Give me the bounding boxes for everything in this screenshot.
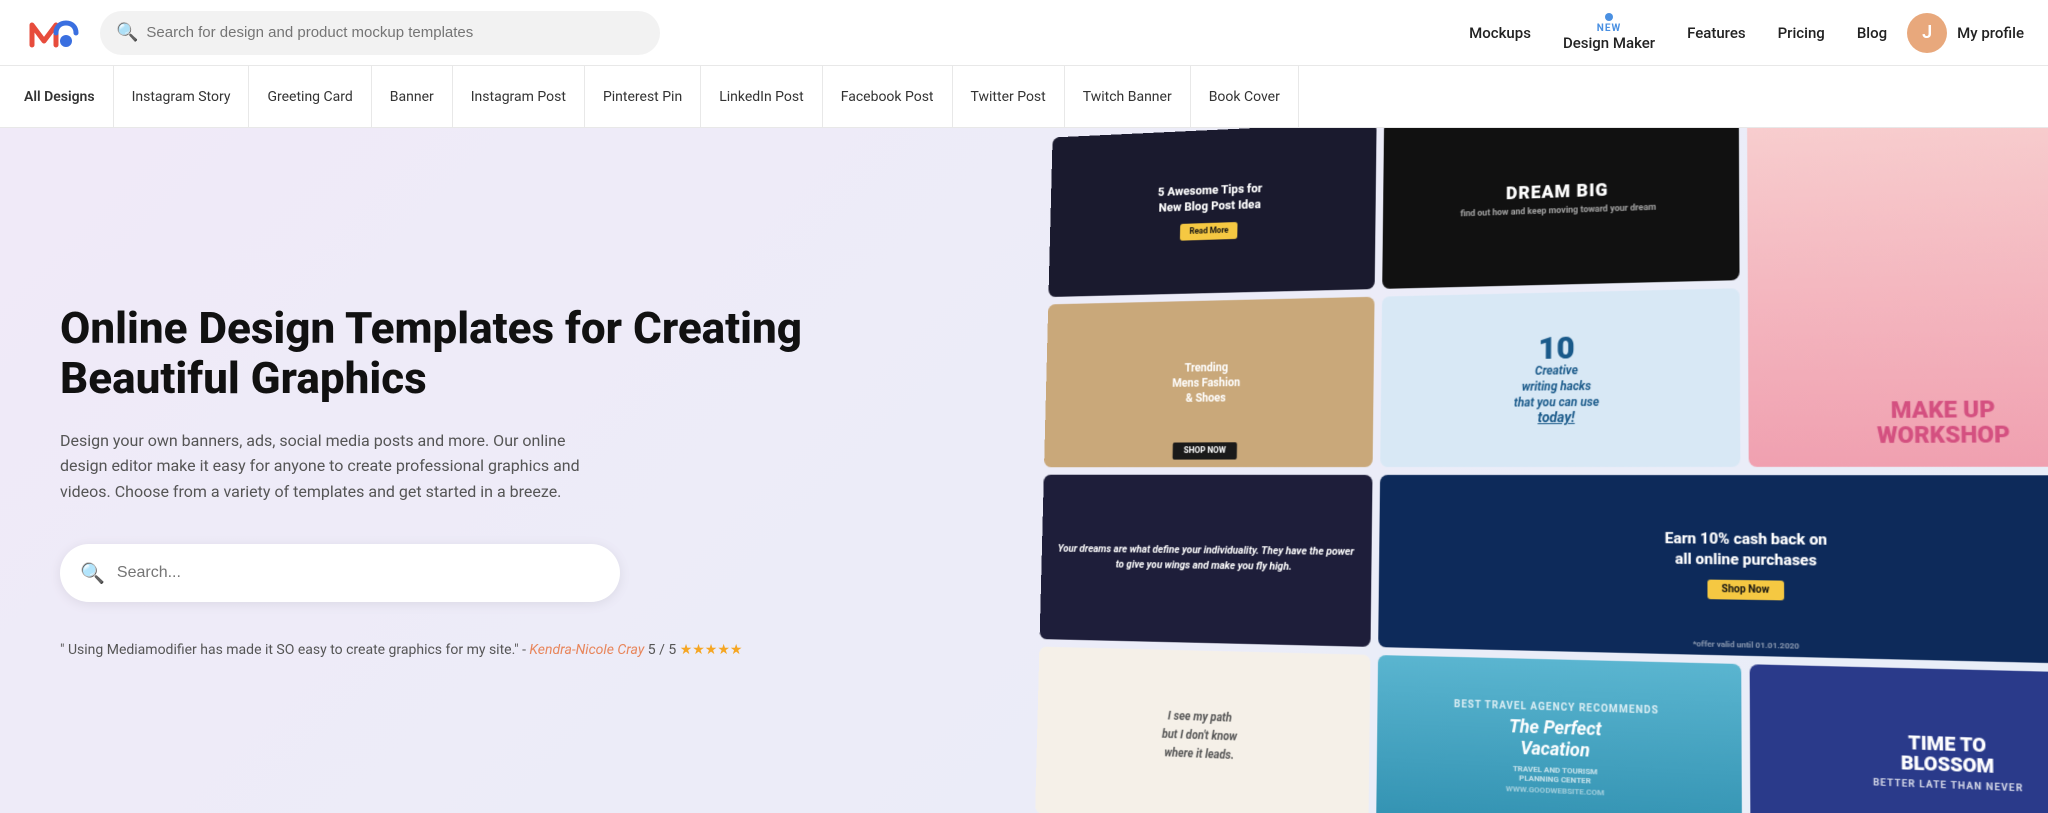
card-makeup[interactable]: MAKE UPWORKSHOP: [1747, 128, 2048, 466]
testimonial-quote: " Using Mediamodifier has made it SO eas…: [60, 642, 526, 658]
hero-description: Design your own banners, ads, social med…: [60, 428, 580, 505]
avatar: J: [1907, 13, 1947, 53]
hero-search-icon: 🔍: [80, 561, 105, 585]
hero-left: Online Design Templates for Creating Bea…: [0, 128, 1024, 813]
sub-nav: All Designs Instagram Story Greeting Car…: [0, 66, 2048, 128]
testimonial-rating: 5 / 5: [648, 642, 676, 658]
card-quote[interactable]: Your dreams are what define your individ…: [1040, 474, 1373, 646]
new-label: NEW: [1597, 23, 1621, 34]
sub-nav-book-cover[interactable]: Book Cover: [1191, 66, 1299, 127]
sub-nav-linkedin-post[interactable]: LinkedIn Post: [701, 66, 823, 127]
nav-features[interactable]: Features: [1687, 24, 1745, 42]
sub-nav-greeting-card[interactable]: Greeting Card: [249, 66, 371, 127]
new-dot: [1605, 13, 1613, 21]
logo[interactable]: [24, 13, 80, 53]
search-bar[interactable]: 🔍: [100, 11, 660, 55]
nav-blog[interactable]: Blog: [1857, 24, 1887, 42]
card-cashback[interactable]: Earn 10% cash back onall online purchase…: [1378, 474, 2048, 665]
hero-section: Online Design Templates for Creating Bea…: [0, 128, 2048, 813]
card-path[interactable]: I see my pathbut I don't knowwhere it le…: [1035, 646, 1370, 813]
my-profile-label: My profile: [1957, 24, 2024, 42]
card-blog[interactable]: 5 Awesome Tips forNew Blog Post Idea Rea…: [1048, 128, 1376, 297]
testimonial: " Using Mediamodifier has made it SO eas…: [60, 642, 964, 658]
header: 🔍 Mockups NEW Design Maker Features Pric…: [0, 0, 2048, 66]
sub-nav-instagram-post[interactable]: Instagram Post: [453, 66, 585, 127]
sub-nav-banner[interactable]: Banner: [372, 66, 453, 127]
hero-right: 5 Awesome Tips forNew Blog Post Idea Rea…: [1024, 128, 2048, 813]
sub-nav-twitch-banner[interactable]: Twitch Banner: [1065, 66, 1191, 127]
hero-title: Online Design Templates for Creating Bea…: [60, 303, 964, 404]
hero-search-bar[interactable]: 🔍: [60, 544, 620, 602]
testimonial-stars: ★★★★★: [680, 642, 743, 658]
nav-mockups[interactable]: Mockups: [1469, 24, 1531, 42]
hero-search-input[interactable]: [117, 564, 600, 582]
sub-nav-facebook-post[interactable]: Facebook Post: [823, 66, 953, 127]
design-maker-nav[interactable]: NEW Design Maker: [1563, 13, 1655, 52]
template-mosaic: 5 Awesome Tips forNew Blog Post Idea Rea…: [1035, 128, 2048, 813]
card-blossom[interactable]: TIME TOBLOSSOM BETTER LATE THAN NEVER: [1750, 664, 2048, 813]
sub-nav-all-designs[interactable]: All Designs: [24, 66, 114, 127]
card-vacation[interactable]: BEST TRAVEL AGENCY RECOMMENDS The Perfec…: [1376, 655, 1743, 813]
search-icon: 🔍: [116, 22, 138, 43]
profile-area[interactable]: J My profile: [1907, 13, 2024, 53]
nav-pricing[interactable]: Pricing: [1778, 24, 1825, 42]
nav-links: Mockups NEW Design Maker Features Pricin…: [1469, 13, 1887, 52]
search-input[interactable]: [146, 24, 644, 41]
card-dream-big[interactable]: DREAM BIG find out how and keep moving t…: [1382, 128, 1740, 289]
testimonial-author: Kendra-Nicole Cray: [529, 642, 644, 658]
nav-design-maker[interactable]: Design Maker: [1563, 34, 1655, 52]
sub-nav-instagram-story[interactable]: Instagram Story: [114, 66, 250, 127]
sub-nav-twitter-post[interactable]: Twitter Post: [953, 66, 1065, 127]
sub-nav-pinterest-pin[interactable]: Pinterest Pin: [585, 66, 701, 127]
card-writing-hacks[interactable]: 10 Creativewriting hacksthat you can use…: [1380, 288, 1741, 466]
card-fashion[interactable]: TrendingMens Fashion& Shoes SHOP NOW: [1044, 297, 1374, 467]
